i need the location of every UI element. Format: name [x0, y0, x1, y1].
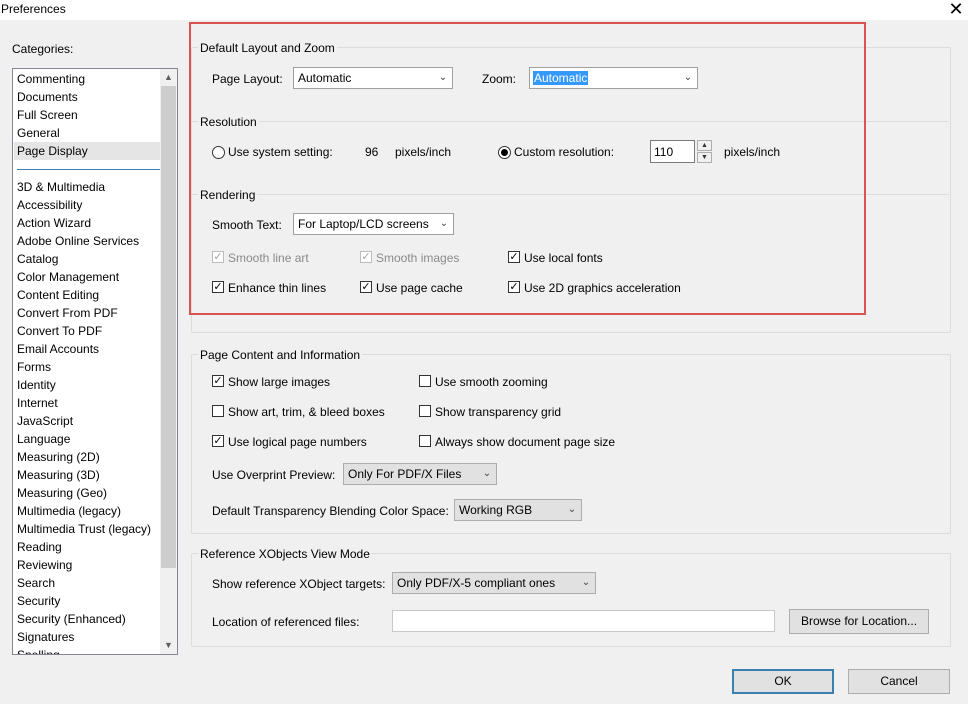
category-item[interactable]: Convert From PDF	[17, 304, 118, 322]
category-item[interactable]: Commenting	[17, 70, 85, 88]
category-item[interactable]: Multimedia (legacy)	[17, 502, 121, 520]
category-item[interactable]: Reviewing	[17, 556, 72, 574]
logical-page-numbers-label: Use logical page numbers	[228, 435, 367, 449]
category-item[interactable]: Color Management	[17, 268, 119, 286]
category-item[interactable]: Action Wizard	[17, 214, 91, 232]
smooth-zooming-checkbox[interactable]	[419, 375, 431, 387]
category-separator	[17, 169, 160, 170]
xobjects-legend: Reference XObjects View Mode	[198, 547, 372, 561]
always-show-page-size-checkbox[interactable]	[419, 435, 431, 447]
category-item[interactable]: JavaScript	[17, 412, 73, 430]
logical-page-numbers-checkbox[interactable]: ✓	[212, 435, 224, 447]
window-title: Preferences	[1, 2, 66, 16]
overprint-value: Only For PDF/X Files	[348, 467, 462, 481]
blending-value: Working RGB	[459, 503, 533, 517]
location-field[interactable]	[392, 610, 775, 632]
cancel-button[interactable]: Cancel	[848, 669, 950, 694]
category-item[interactable]: Page Display	[14, 142, 160, 160]
category-item[interactable]: Documents	[17, 88, 78, 106]
title-bar: Preferences ✕	[0, 0, 968, 20]
page-content-legend: Page Content and Information	[198, 348, 363, 362]
chevron-down-icon: ⌄	[482, 468, 492, 479]
blending-select[interactable]: Working RGB ⌄	[454, 499, 582, 521]
overprint-select[interactable]: Only For PDF/X Files ⌄	[343, 463, 497, 485]
categories-scrollbar[interactable]: ▲ ▼	[160, 69, 177, 654]
category-item[interactable]: Content Editing	[17, 286, 99, 304]
category-item[interactable]: Catalog	[17, 250, 58, 268]
category-item[interactable]: General	[17, 124, 60, 142]
category-item[interactable]: Signatures	[17, 628, 74, 646]
show-large-images-label: Show large images	[228, 375, 331, 389]
category-item[interactable]: Security	[17, 592, 60, 610]
category-item[interactable]: Measuring (3D)	[17, 466, 100, 484]
browse-button[interactable]: Browse for Location...	[789, 609, 929, 634]
category-item[interactable]: Full Screen	[17, 106, 78, 124]
always-show-page-size-label: Always show document page size	[435, 435, 616, 449]
category-item[interactable]: Security (Enhanced)	[17, 610, 126, 628]
category-item[interactable]: Multimedia Trust (legacy)	[17, 520, 151, 538]
highlight-rectangle	[189, 22, 866, 315]
category-item[interactable]: Adobe Online Services	[17, 232, 139, 250]
category-item[interactable]: Search	[17, 574, 55, 592]
scroll-thumb[interactable]	[161, 86, 176, 568]
chevron-down-icon: ⌄	[581, 577, 591, 588]
category-item[interactable]: Accessibility	[17, 196, 82, 214]
transparency-grid-checkbox[interactable]	[419, 405, 431, 417]
location-label: Location of referenced files:	[212, 615, 360, 629]
categories-list[interactable]: Commenting Documents Full Screen General Pag…	[12, 68, 178, 655]
category-item[interactable]: Identity	[17, 376, 56, 394]
show-art-boxes-checkbox[interactable]	[212, 405, 224, 417]
show-large-images-checkbox[interactable]: ✓	[212, 375, 224, 387]
xobject-targets-select[interactable]: Only PDF/X-5 compliant ones ⌄	[392, 572, 596, 594]
scroll-down-icon[interactable]: ▼	[160, 637, 177, 654]
category-item[interactable]: 3D & Multimedia	[17, 178, 105, 196]
category-item[interactable]: Convert To PDF	[17, 322, 102, 340]
ok-button[interactable]: OK	[732, 669, 834, 694]
category-item[interactable]: Forms	[17, 358, 51, 376]
category-item[interactable]: Measuring (2D)	[17, 448, 100, 466]
category-item[interactable]: Reading	[17, 538, 62, 556]
category-item[interactable]: Spelling	[17, 646, 60, 654]
blending-label: Default Transparency Blending Color Spac…	[212, 504, 449, 518]
category-item[interactable]: Internet	[17, 394, 58, 412]
smooth-zooming-label: Use smooth zooming	[435, 375, 548, 389]
scroll-up-icon[interactable]: ▲	[160, 69, 177, 86]
overprint-label: Use Overprint Preview:	[212, 468, 336, 482]
xobject-targets-label: Show reference XObject targets:	[212, 577, 386, 591]
show-art-boxes-label: Show art, trim, & bleed boxes	[228, 405, 385, 419]
category-item[interactable]: Email Accounts	[17, 340, 99, 358]
xobject-targets-value: Only PDF/X-5 compliant ones	[397, 576, 556, 590]
transparency-grid-label: Show transparency grid	[435, 405, 562, 419]
category-item[interactable]: Language	[17, 430, 70, 448]
category-item[interactable]: Measuring (Geo)	[17, 484, 107, 502]
close-icon[interactable]: ✕	[944, 0, 968, 19]
categories-label: Categories:	[12, 42, 74, 56]
chevron-down-icon: ⌄	[567, 504, 577, 515]
